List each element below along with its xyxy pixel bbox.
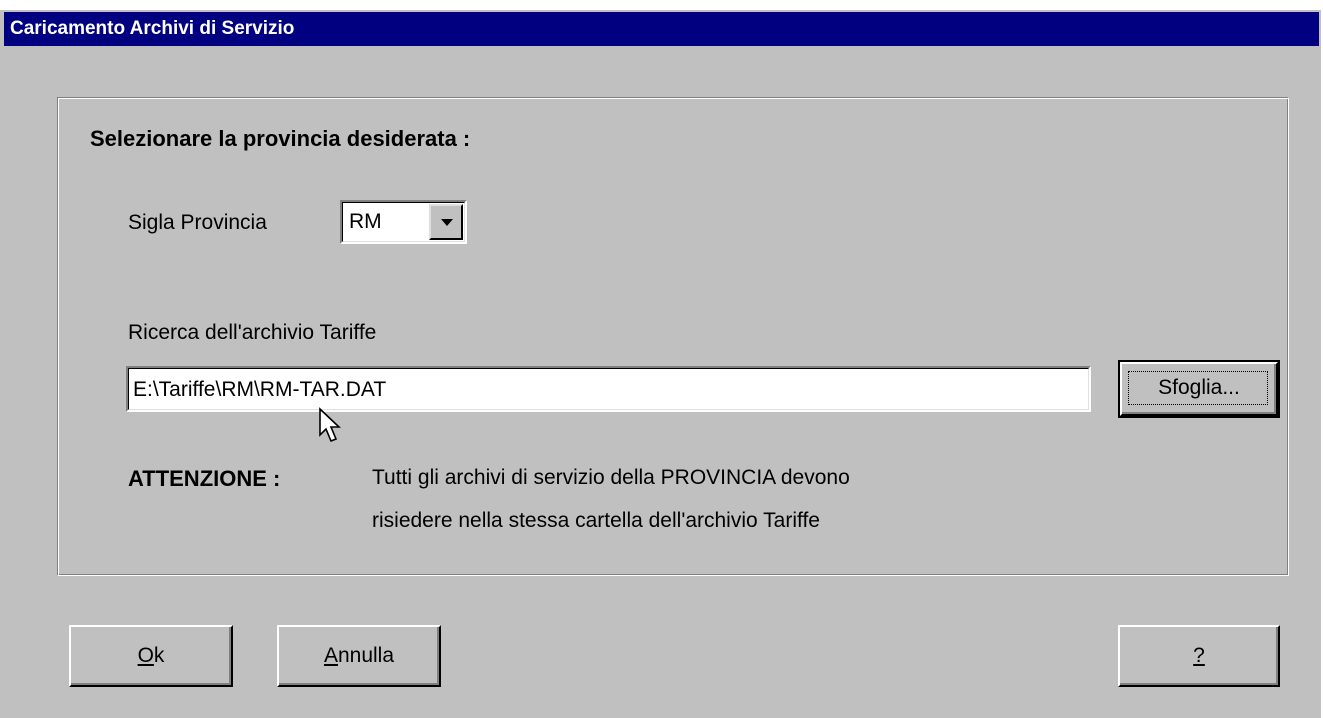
browse-button[interactable]: Sfoglia... <box>1118 360 1280 418</box>
help-button[interactable]: ? <box>1118 625 1280 687</box>
focus-rectangle <box>1128 371 1268 405</box>
help-button-label: ? <box>1193 644 1205 667</box>
cancel-button[interactable]: Annulla <box>277 625 441 687</box>
province-combobox[interactable]: RM <box>340 200 467 244</box>
mouse-pointer-icon <box>319 407 342 443</box>
group-heading: Selezionare la provincia desiderata : <box>90 126 471 151</box>
cancel-button-label: Annulla <box>323 644 395 667</box>
window-title: Caricamento Archivi di Servizio <box>10 18 295 39</box>
dialog-window: Caricamento Archivi di Servizio Selezion… <box>0 0 1323 718</box>
province-label: Sigla Provincia <box>128 211 267 234</box>
chevron-down-icon <box>441 219 453 226</box>
province-selected-value: RM <box>349 210 382 233</box>
top-strip <box>0 0 1323 10</box>
warning-text-line1: Tutti gli archivi di servizio della PROV… <box>372 466 850 489</box>
warning-text-line2: risiedere nella stessa cartella dell'arc… <box>372 509 820 532</box>
archive-label: Ricerca dell'archivio Tariffe <box>128 321 377 344</box>
warning-label: ATTENZIONE : <box>128 466 281 491</box>
province-dropdown-button[interactable] <box>429 204 463 240</box>
ok-button[interactable]: Ok <box>69 625 233 687</box>
archive-path-input[interactable]: E:\Tariffe\RM\RM-TAR.DAT <box>126 366 1091 412</box>
title-bar[interactable]: Caricamento Archivi di Servizio <box>4 12 1319 46</box>
ok-button-label: Ok <box>137 644 165 667</box>
archive-path-value: E:\Tariffe\RM\RM-TAR.DAT <box>133 378 387 401</box>
